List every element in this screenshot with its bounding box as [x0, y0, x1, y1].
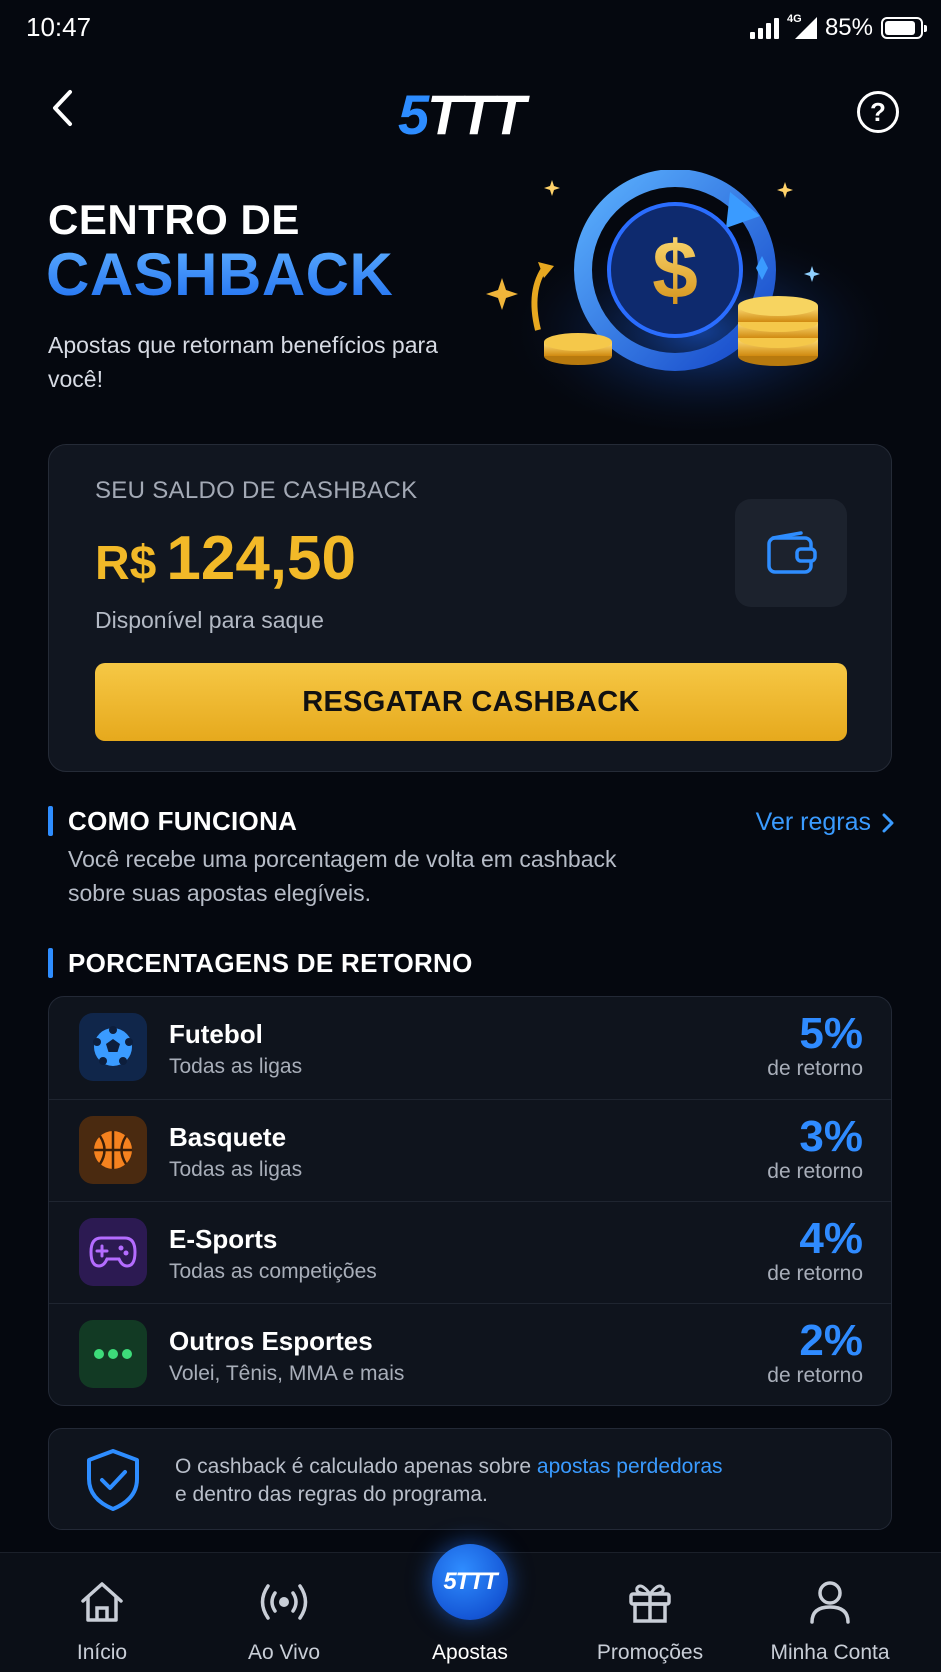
signal-icon [749, 17, 779, 39]
percentages-title: PORCENTAGENS DE RETORNO [68, 948, 473, 978]
return-percent: 3% [799, 1112, 863, 1161]
network-icon: 4G [787, 13, 817, 39]
chevron-right-icon [882, 813, 894, 832]
status-icons: 4G 85% [749, 13, 927, 42]
return-percent: 5% [799, 1009, 863, 1058]
basketball-icon [79, 1116, 147, 1184]
tab-ao-vivo[interactable]: Ao Vivo [194, 1577, 374, 1665]
wallet-icon [767, 531, 817, 574]
info-note-text: O cashback é calculado apenas sobre apos… [175, 1455, 723, 1506]
tab-promocoes[interactable]: Promoções [560, 1577, 740, 1665]
tab-label: Promoções [596, 1641, 704, 1664]
balance-amount: R$ 124,50 [95, 523, 356, 594]
sport-description: Todas as ligas [169, 1055, 303, 1078]
sport-name: Basquete [169, 1122, 287, 1152]
list-item-esports[interactable]: E-Sports Todas as competições 4% de reto… [49, 1201, 891, 1303]
help-button[interactable]: ? [857, 91, 899, 133]
sport-name: Futebol [169, 1019, 263, 1049]
status-time: 10:47 [26, 12, 92, 42]
return-label: de retorno [767, 1057, 863, 1080]
status-bar: 10:47 4G 85% [0, 0, 941, 60]
tab-label: Início [76, 1641, 128, 1664]
live-broadcast-icon [260, 1584, 308, 1620]
section-marker [48, 806, 53, 836]
gamepad-icon [79, 1218, 147, 1286]
sport-description: Todas as competições [169, 1260, 377, 1283]
shield-check-icon [87, 1449, 139, 1511]
return-percent: 4% [799, 1214, 863, 1263]
svg-text:$: $ [652, 225, 698, 316]
return-percent: 2% [799, 1316, 863, 1365]
sport-description: Todas as ligas [169, 1158, 303, 1181]
back-button[interactable] [40, 86, 84, 130]
battery-percent: 85% [824, 14, 873, 41]
chevron-left-icon [53, 90, 72, 126]
tab-label: Minha Conta [770, 1641, 890, 1664]
tab-label: Ao Vivo [248, 1641, 320, 1664]
balance-currency: R$ [95, 537, 157, 590]
tab-inicio[interactable]: Início [12, 1577, 192, 1665]
gift-icon [629, 1584, 671, 1623]
losing-bets-highlight: apostas perdedoras [536, 1455, 723, 1478]
view-rules-label: Ver regras [755, 808, 871, 836]
sport-name: Outros Esportes [169, 1326, 373, 1356]
more-dots-icon [79, 1320, 147, 1388]
hero-title-line1: CENTRO DE [48, 196, 300, 243]
apostas-center-button[interactable]: 5TTT [432, 1544, 508, 1620]
5ttt-logo-icon: 5TTT [443, 1568, 497, 1595]
redeem-cashback-button[interactable]: RESGATAR CASHBACK [95, 663, 847, 741]
view-rules-link[interactable]: Ver regras [756, 808, 895, 837]
balance-available-text: Disponível para saque [95, 607, 324, 633]
soccer-ball-icon [79, 1013, 147, 1081]
wallet-button[interactable] [735, 499, 847, 607]
sport-name: E-Sports [169, 1224, 278, 1254]
return-label: de retorno [767, 1160, 863, 1183]
battery-icon [881, 17, 927, 39]
return-label: de retorno [767, 1262, 863, 1285]
tab-label: Apostas [432, 1641, 508, 1664]
user-icon [810, 1581, 850, 1624]
hero-title-line2: CASHBACK [46, 241, 394, 308]
brand-logo: 5TTT [398, 83, 526, 146]
list-item-futebol[interactable]: Futebol Todas as ligas 5% de retorno [49, 997, 891, 1099]
cashback-info-note: O cashback é calculado apenas sobre apos… [48, 1428, 892, 1530]
how-it-works-title: COMO FUNCIONA [68, 806, 298, 836]
cashback-coin-illustration: $ [486, 170, 900, 430]
question-icon: ? [870, 96, 886, 127]
list-item-basquete[interactable]: Basquete Todas as ligas 3% de retorno [49, 1099, 891, 1201]
balance-value: 124,50 [166, 524, 356, 593]
sport-description: Volei, Tênis, MMA e mais [169, 1362, 405, 1385]
hero-subtitle: Apostas que retornam benefícios para voc… [48, 332, 438, 392]
return-percentages-list: Futebol Todas as ligas 5% de retorno Bas… [48, 996, 892, 1406]
how-it-works-description: Você recebe uma porcentagem de volta em … [68, 846, 617, 906]
balance-label: SEU SALDO DE CASHBACK [95, 477, 418, 504]
cashback-balance-card: SEU SALDO DE CASHBACK R$ 124,50 Disponíve… [48, 444, 892, 772]
section-marker [48, 948, 53, 978]
list-item-outros-esportes[interactable]: Outros Esportes Volei, Tênis, MMA e mais… [49, 1303, 891, 1405]
return-label: de retorno [767, 1364, 863, 1387]
home-icon [81, 1582, 123, 1622]
tab-minha-conta[interactable]: Minha Conta [740, 1577, 920, 1665]
